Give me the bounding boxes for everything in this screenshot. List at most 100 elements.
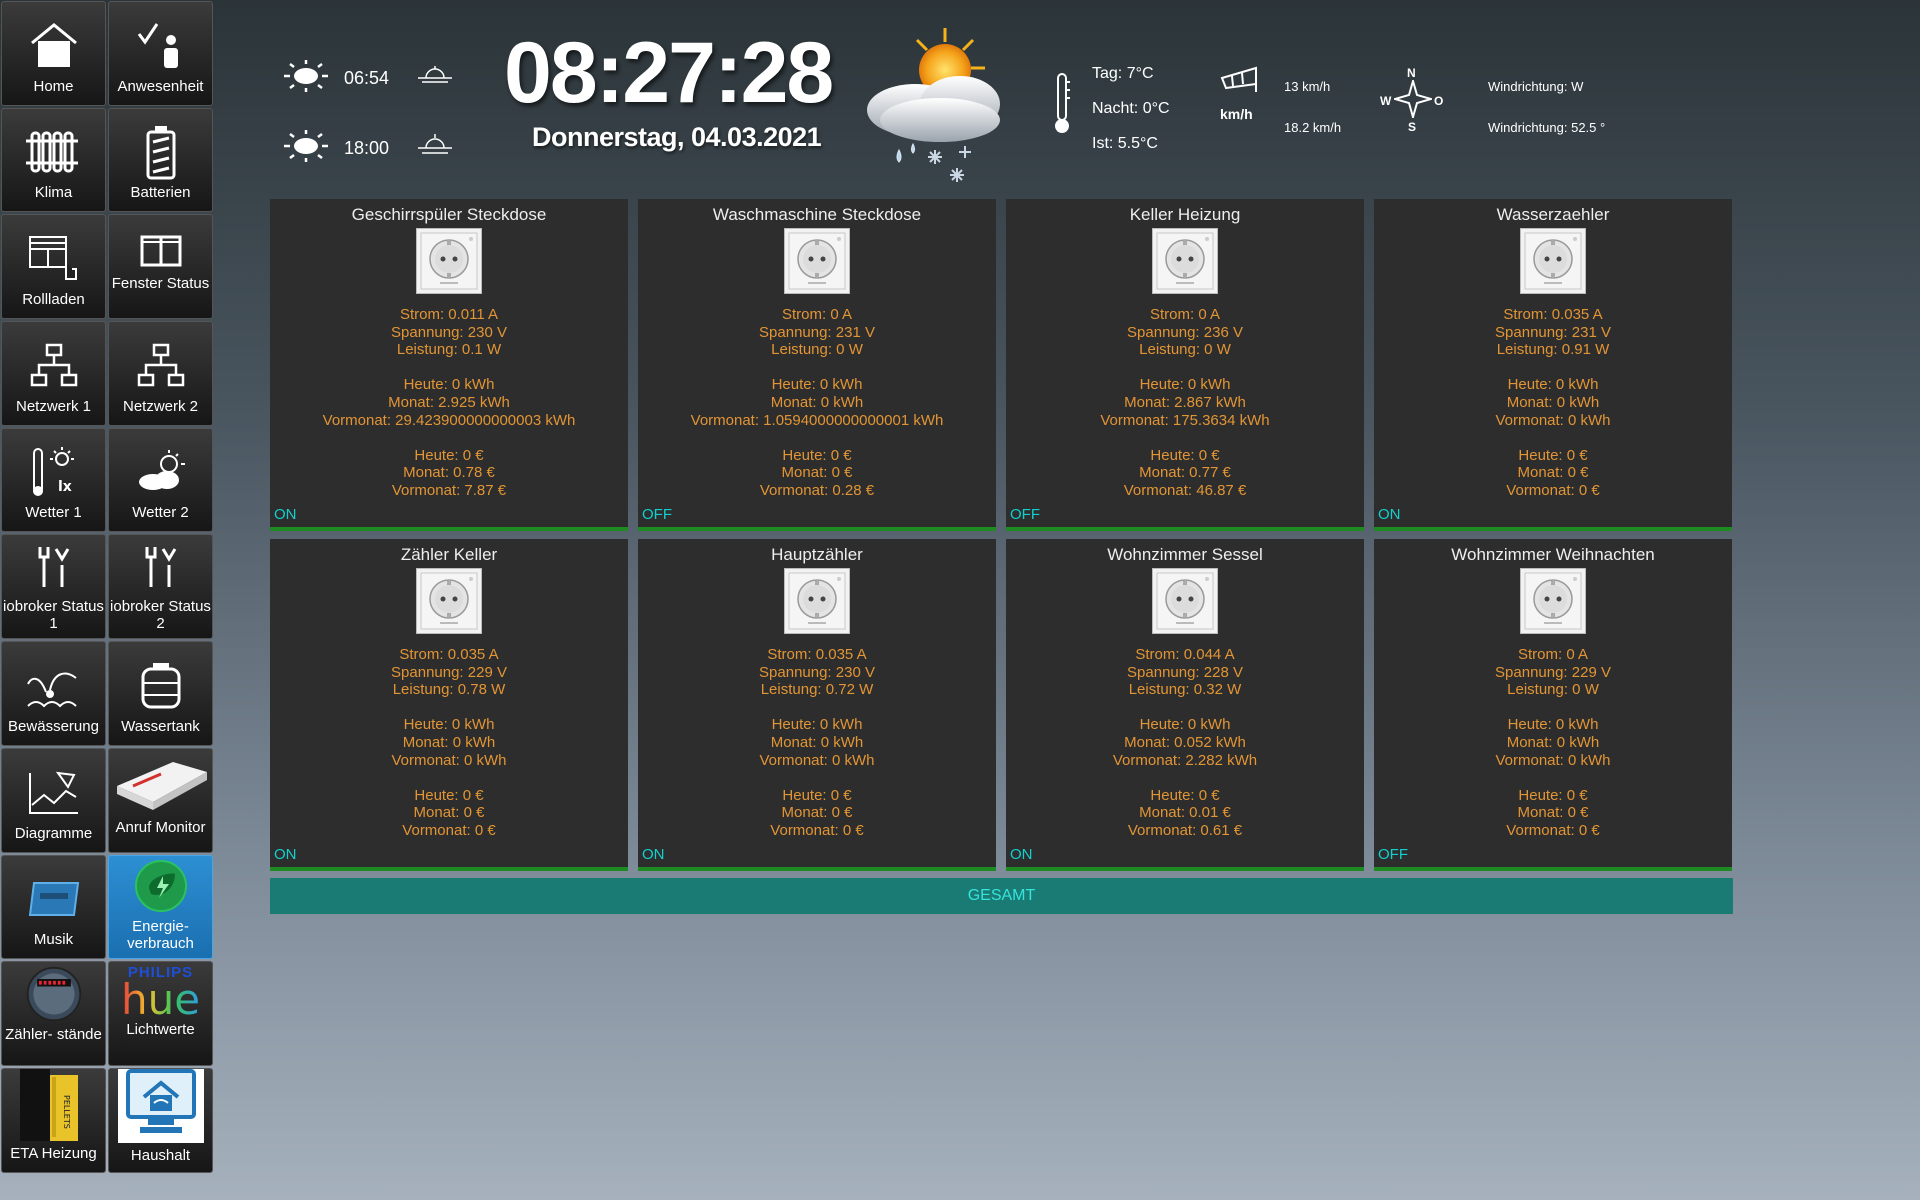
stat-vormonat-kwh: Vormonat: 0 kWh	[1495, 751, 1611, 769]
switch-state[interactable]: OFF	[1010, 506, 1040, 523]
watertank-icon	[131, 658, 191, 714]
nav-label: Home	[33, 77, 74, 95]
nav-label: Rollladen	[22, 291, 85, 309]
nav-fenster-status[interactable]: Fenster Status	[108, 214, 213, 320]
nav-label: Bewässerung	[8, 717, 99, 735]
stat-heute-eur: Heute: 0 €	[782, 446, 852, 464]
stat-vormonat-eur: Vormonat: 0.28 €	[759, 481, 875, 499]
nav-iobroker-status-1[interactable]: iobroker Status 1	[1, 534, 106, 640]
device-card[interactable]: Hauptzähler Strom: 0.035 A Spannung: 230 V…	[638, 539, 996, 871]
nav-netzwerk-1[interactable]: Netzwerk 1	[1, 321, 106, 426]
nav-label: Anwesenheit	[117, 77, 204, 95]
sunset-row: 18:00	[282, 128, 452, 169]
switch-state[interactable]: ON	[1010, 846, 1033, 863]
nav-label: Musik	[33, 931, 74, 949]
switch-state[interactable]: ON	[274, 506, 297, 523]
stat-monat-kwh: Monat: 0 kWh	[402, 733, 496, 751]
gesamt-button[interactable]: GESAMT	[270, 878, 1733, 914]
radiator-icon	[24, 124, 84, 180]
stat-heute-kwh: Heute: 0 kWh	[403, 376, 495, 394]
stat-vormonat-eur: Vormonat: 0 €	[1506, 821, 1600, 839]
nav-lichtwerte[interactable]: PHILIPS hue Lichtwerte	[108, 961, 213, 1066]
card-stats: Strom: 0.044 A Spannung: 228 V Leistung: 0…	[1006, 646, 1364, 840]
power-socket-icon	[1152, 568, 1218, 634]
card-title: Geschirrspüler Steckdose	[351, 205, 547, 224]
card-stats: Strom: 0.035 A Spannung: 229 V Leistung: 0…	[270, 646, 628, 840]
stat-vormonat-eur: Vormonat: 0 €	[770, 821, 864, 839]
nav-home[interactable]: Home	[1, 1, 106, 106]
router-icon	[113, 755, 209, 815]
switch-state[interactable]: ON	[1378, 506, 1401, 523]
stat-heute-eur: Heute: 0 €	[414, 446, 484, 464]
stat-leistung: Leistung: 0.72 W	[760, 681, 874, 699]
switch-state[interactable]: ON	[642, 846, 665, 863]
stat-vormonat-eur: Vormonat: 46.87 €	[1123, 481, 1247, 499]
nav-label: iobroker Status 1	[3, 598, 104, 633]
nav-label: Diagramme	[14, 824, 93, 842]
network-icon	[131, 338, 191, 394]
hue-logo-icon: hue	[120, 975, 201, 1025]
device-card[interactable]: Wohnzimmer Sessel Strom: 0.044 A Spannung:…	[1006, 539, 1364, 871]
stat-monat-kwh: Monat: 0.052 kWh	[1124, 733, 1246, 751]
svg-text:PELLETS: PELLETS	[62, 1095, 71, 1129]
nav-label: Anruf Monitor	[115, 818, 206, 836]
nav-label: Energie- verbrauch	[127, 918, 194, 953]
power-socket-icon	[416, 568, 482, 634]
stat-monat-eur: Monat: 0.78 €	[403, 464, 495, 482]
nav-eta-heizung[interactable]: PELLETS ETA Heizung	[1, 1067, 106, 1173]
device-card[interactable]: Zähler Keller Strom: 0.035 A Spannung: 229…	[270, 539, 628, 871]
card-title: Wasserzaehler	[1496, 205, 1610, 224]
device-card[interactable]: Wohnzimmer Weihnachten Strom: 0 A Spannung…	[1374, 539, 1732, 871]
stat-vormonat-kwh: Vormonat: 29.423900000000003 kWh	[322, 411, 576, 429]
nav-label: Batterien	[130, 184, 191, 202]
device-card[interactable]: Waschmaschine Steckdose Strom: 0 A Spannun…	[638, 199, 996, 531]
sidebar-nav: Home Anwesenheit Klima Batterien Rolllad…	[0, 0, 216, 1176]
nav-musik[interactable]: Musik	[1, 854, 106, 960]
stat-vormonat-kwh: Vormonat: 0 kWh	[759, 751, 875, 769]
stat-heute-kwh: Heute: 0 kWh	[403, 716, 495, 734]
nav-label: Wetter 1	[25, 504, 82, 522]
nav-diagramme[interactable]: Diagramme	[1, 747, 106, 853]
stat-monat-kwh: Monat: 0 kWh	[770, 393, 864, 411]
nav-haushalt[interactable]: Haushalt	[108, 1067, 213, 1173]
card-stats: Strom: 0 A Spannung: 236 V Leistung: 0 W He…	[1006, 306, 1364, 500]
device-card[interactable]: Wasserzaehler Strom: 0.035 A Spannung: 231…	[1374, 199, 1732, 531]
nav-batterien[interactable]: Batterien	[108, 107, 213, 213]
weather-sensor-icon: lx	[24, 444, 84, 500]
card-stats: Strom: 0.035 A Spannung: 230 V Leistung: 0…	[638, 646, 996, 840]
nav-label: Wetter 2	[132, 504, 189, 522]
tools-icon	[24, 538, 84, 594]
nav-label: iobroker Status 2	[110, 598, 211, 633]
stat-spannung: Spannung: 229 V	[391, 663, 507, 681]
switch-state[interactable]: OFF	[642, 506, 672, 523]
sunrise-icon	[418, 66, 452, 91]
nav-klima[interactable]: Klima	[1, 107, 106, 213]
nav-wassertank[interactable]: Wassertank	[108, 641, 213, 746]
nav-energieverbrauch[interactable]: Energie- verbrauch	[108, 854, 213, 960]
stat-monat-kwh: Monat: 0 kWh	[770, 733, 864, 751]
power-socket-icon	[784, 568, 850, 634]
nav-rollladen[interactable]: Rollladen	[1, 214, 106, 320]
stat-heute-kwh: Heute: 0 kWh	[1139, 376, 1231, 394]
nav-iobroker-status-2[interactable]: iobroker Status 2	[108, 534, 213, 640]
stat-monat-kwh: Monat: 0 kWh	[1506, 393, 1600, 411]
nav-wetter-2[interactable]: Wetter 2	[108, 427, 213, 533]
presence-icon	[131, 18, 191, 74]
stat-strom: Strom: 0 A	[1149, 306, 1221, 323]
power-socket-icon	[784, 228, 850, 294]
windsock-icon	[1220, 66, 1260, 97]
nav-netzwerk-2[interactable]: Netzwerk 2	[108, 321, 213, 426]
nav-label: ETA Heizung	[10, 1144, 97, 1162]
stat-monat-kwh: Monat: 0 kWh	[1506, 733, 1600, 751]
device-card[interactable]: Keller Heizung Strom: 0 A Spannung: 236 VL…	[1006, 199, 1364, 531]
device-card[interactable]: Geschirrspüler Steckdose Strom: 0.011 A Sp…	[270, 199, 628, 531]
nav-anwesenheit[interactable]: Anwesenheit	[108, 1, 213, 106]
switch-state[interactable]: OFF	[1378, 846, 1408, 863]
nav-anruf-monitor[interactable]: Anruf Monitor	[108, 747, 213, 853]
nav-zaehlerstaende[interactable]: Zähler- stände	[1, 961, 106, 1066]
stat-monat-eur: Monat: 0 €	[781, 464, 853, 482]
wind-direction-block: Windrichtung: W Windrichtung: 52.5 °	[1488, 66, 1605, 148]
nav-wetter-1[interactable]: lx Wetter 1	[1, 427, 106, 533]
nav-bewaesserung[interactable]: Bewässerung	[1, 641, 106, 746]
switch-state[interactable]: ON	[274, 846, 297, 863]
